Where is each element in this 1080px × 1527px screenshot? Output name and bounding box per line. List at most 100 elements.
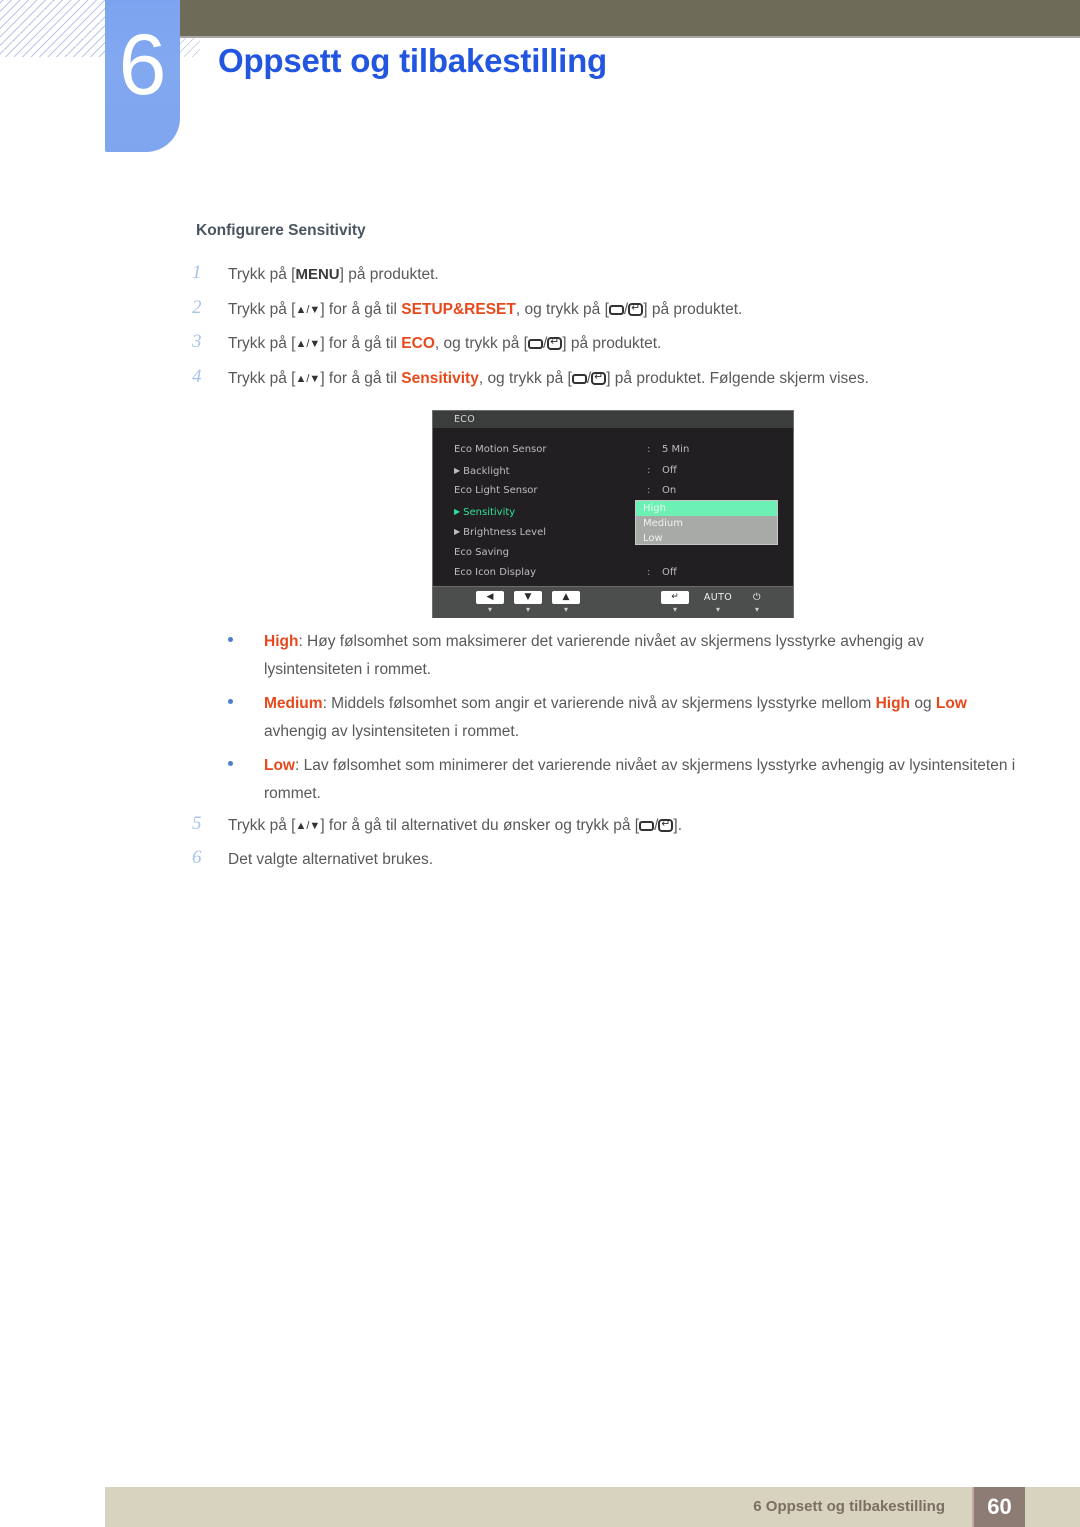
osd-menu-row[interactable]: Eco Motion Sensor:5 Min bbox=[454, 440, 784, 460]
list-item: Low: Lav følsomhet som minimerer det var… bbox=[228, 752, 1018, 808]
bullet-dot-icon bbox=[228, 761, 233, 766]
submenu-triangle-icon: ▶ bbox=[454, 506, 461, 516]
step-number: 1 bbox=[192, 262, 202, 283]
osd-row-label: ▶ Brightness Level bbox=[454, 522, 546, 543]
highlighted-keyword: Medium bbox=[264, 695, 323, 712]
instruction-step: 3 Trykk på [▲/▼] for å gå til ECO, og try… bbox=[192, 331, 1022, 355]
list-item: Medium: Middels følsomhet som angir et v… bbox=[228, 690, 1018, 746]
osd-row-label: Eco Motion Sensor bbox=[454, 444, 547, 455]
highlighted-keyword: Low bbox=[264, 757, 295, 774]
osd-row-colon: : bbox=[647, 444, 651, 455]
osd-row-value: 5 Min bbox=[662, 444, 690, 455]
dropdown-option[interactable]: Medium bbox=[636, 516, 777, 531]
source-button-icon bbox=[608, 305, 624, 315]
step-text: Det valgte alternativet brukes. bbox=[228, 851, 434, 868]
enter-key[interactable]: ↵ ▾ bbox=[658, 591, 692, 614]
footer-chapter-label: 6 Oppsett og tilbakestilling bbox=[753, 1498, 945, 1515]
submenu-triangle-icon: ▶ bbox=[454, 465, 461, 475]
up-down-arrow-icon: ▲/▼ bbox=[295, 820, 321, 832]
osd-row-colon: : bbox=[647, 485, 651, 496]
highlighted-keyword: SETUP&RESET bbox=[401, 301, 516, 318]
osd-row-colon: : bbox=[647, 464, 651, 476]
chapter-number: 6 bbox=[118, 17, 167, 113]
osd-menu-row[interactable]: ▶ Backlight: Off bbox=[454, 461, 784, 481]
auto-key-glyph: AUTO bbox=[703, 592, 733, 603]
osd-menu-row[interactable]: Eco Light Sensor: On bbox=[454, 481, 784, 501]
highlighted-keyword: High bbox=[264, 633, 299, 650]
step-text: Trykk på [▲/▼] for å gå til SETUP&RESET,… bbox=[228, 301, 743, 318]
source-button-icon bbox=[639, 821, 655, 831]
osd-title: ECO bbox=[433, 411, 793, 428]
osd-row-label: Eco Icon Display bbox=[454, 567, 537, 578]
key-indicator-icon: ▾ bbox=[672, 605, 677, 614]
power-key-glyph: ⏻ bbox=[753, 592, 761, 603]
osd-row-label: Eco Saving bbox=[454, 546, 509, 558]
auto-key[interactable]: AUTO ▾ bbox=[701, 591, 735, 614]
key-indicator-icon: ▾ bbox=[754, 605, 759, 614]
list-item: High: Høy følsomhet som maksimerer det v… bbox=[228, 628, 1018, 684]
list-item-text: High: Høy følsomhet som maksimerer det v… bbox=[264, 633, 924, 678]
osd-row-label: Eco Light Sensor bbox=[454, 485, 538, 496]
osd-button-bar: ◀ ▾ ▼ ▾ ▲ ▾ ↵ ▾ AUTO ▾ ⏻ ▾ bbox=[433, 586, 793, 618]
bullet-dot-icon bbox=[228, 699, 233, 704]
step-number: 4 bbox=[192, 366, 202, 387]
key-indicator-icon: ▾ bbox=[715, 605, 720, 614]
osd-row-value: Off bbox=[662, 464, 677, 476]
enter-button-icon: ↵ bbox=[658, 819, 674, 832]
page-title: Oppsett og tilbakestilling bbox=[218, 42, 607, 79]
step-text: Trykk på [▲/▼] for å gå til Sensitivity,… bbox=[228, 370, 869, 387]
key-indicator-icon: ▾ bbox=[487, 605, 492, 614]
source-button-icon bbox=[571, 374, 587, 384]
list-item-text: Medium: Middels følsomhet som angir et v… bbox=[264, 695, 967, 740]
down-arrow-key-glyph: ▼ bbox=[514, 591, 542, 604]
osd-menu-row[interactable]: Eco Icon Display: Off bbox=[454, 563, 784, 583]
page-header: 6 Oppsett og tilbakestilling bbox=[0, 0, 1080, 152]
step-text: Trykk på [▲/▼] for å gå til ECO, og tryk… bbox=[228, 335, 662, 352]
up-down-arrow-icon: ▲/▼ bbox=[295, 373, 321, 385]
up-arrow-key[interactable]: ▲ ▾ bbox=[549, 591, 583, 614]
enter-button-icon: ↵ bbox=[628, 303, 644, 316]
highlighted-keyword: Low bbox=[935, 695, 967, 712]
down-arrow-key[interactable]: ▼ ▾ bbox=[511, 591, 545, 614]
up-down-arrow-icon: ▲/▼ bbox=[295, 338, 321, 350]
page-footer: 6 Oppsett og tilbakestilling 60 bbox=[105, 1487, 1080, 1527]
osd-row-label: ▶ Backlight bbox=[454, 461, 510, 482]
instruction-step: 1 Trykk på [MENU] på produktet. bbox=[192, 262, 1022, 286]
left-arrow-key[interactable]: ◀ ▾ bbox=[473, 591, 507, 614]
osd-row-colon: : bbox=[647, 567, 651, 578]
sensitivity-dropdown: High Medium Low bbox=[635, 500, 778, 545]
osd-row-value: On bbox=[662, 485, 677, 496]
instruction-step: 2 Trykk på [▲/▼] for å gå til SETUP&RESET… bbox=[192, 297, 1022, 321]
step-text: Trykk på [MENU] på produktet. bbox=[228, 266, 439, 283]
osd-row-label: ▶ Sensitivity bbox=[454, 502, 515, 523]
list-item-text: Low: Lav følsomhet som minimerer det var… bbox=[264, 757, 1016, 802]
header-olive-bar bbox=[180, 0, 1080, 36]
instruction-step: 6 Det valgte alternativet brukes. bbox=[192, 847, 1022, 871]
power-key[interactable]: ⏻ ▾ bbox=[740, 591, 774, 614]
dropdown-option[interactable]: High bbox=[636, 501, 777, 516]
page-number-badge: 60 bbox=[972, 1487, 1025, 1527]
up-arrow-key-glyph: ▲ bbox=[552, 591, 580, 604]
source-button-icon bbox=[527, 339, 543, 349]
enter-key-glyph: ↵ bbox=[661, 591, 689, 604]
enter-button-icon: ↵ bbox=[547, 337, 563, 350]
osd-row-value: Off bbox=[662, 567, 677, 578]
instruction-step: 5 Trykk på [▲/▼] for å gå til alternative… bbox=[192, 813, 1022, 837]
submenu-triangle-icon: ▶ bbox=[454, 527, 461, 536]
left-arrow-key-glyph: ◀ bbox=[476, 591, 504, 604]
key-indicator-icon: ▾ bbox=[525, 605, 530, 614]
key-indicator-icon: ▾ bbox=[563, 605, 568, 614]
enter-button-icon: ↵ bbox=[591, 372, 607, 385]
section-heading: Konfigurere Sensitivity bbox=[196, 222, 366, 239]
up-down-arrow-icon: ▲/▼ bbox=[295, 304, 321, 316]
chapter-badge: 6 bbox=[105, 0, 180, 152]
highlighted-keyword: High bbox=[875, 695, 911, 712]
menu-button-label: MENU bbox=[295, 266, 340, 283]
step-number: 2 bbox=[192, 297, 202, 318]
step-text: Trykk på [▲/▼] for å gå til alternativet… bbox=[228, 817, 683, 834]
step-number: 5 bbox=[192, 813, 202, 834]
step-number: 3 bbox=[192, 331, 202, 352]
highlighted-keyword: ECO bbox=[401, 335, 435, 352]
step-number: 6 bbox=[192, 847, 202, 868]
dropdown-option[interactable]: Low bbox=[636, 531, 777, 546]
